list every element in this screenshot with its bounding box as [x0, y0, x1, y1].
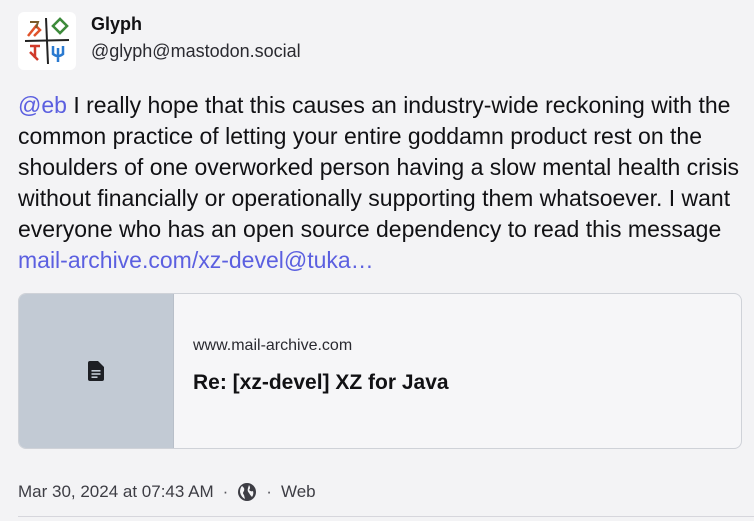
- post: Glyph @glyph@mastodon.social @eb I reall…: [0, 0, 754, 521]
- display-name[interactable]: Glyph: [91, 13, 301, 35]
- post-meta: Mar 30, 2024 at 07:43 AM · · Web: [18, 481, 316, 503]
- glyph-logo-icon: [24, 17, 70, 65]
- card-host: www.mail-archive.com: [193, 337, 353, 354]
- mention-link[interactable]: @eb: [18, 92, 67, 118]
- document-icon: [88, 361, 104, 381]
- globe-icon: [238, 483, 257, 501]
- post-client: Web: [280, 482, 316, 501]
- post-content: @eb I really hope that this causes an in…: [18, 90, 744, 276]
- post-link[interactable]: mail-archive.com/xz-devel@tuka…: [18, 247, 374, 273]
- author-text: Glyph @glyph@mastodon.social: [91, 13, 301, 63]
- post-timestamp[interactable]: Mar 30, 2024 at 07:43 AM: [18, 482, 214, 502]
- meta-separator: ·: [222, 482, 229, 501]
- post-author[interactable]: Glyph @glyph@mastodon.social: [18, 12, 301, 70]
- link-preview-card[interactable]: www.mail-archive.com Re: [xz-devel] XZ f…: [18, 293, 742, 449]
- divider: [18, 516, 754, 517]
- meta-separator: ·: [266, 482, 272, 501]
- card-title[interactable]: Re: [xz-devel] XZ for Java: [193, 371, 449, 395]
- card-body: www.mail-archive.com Re: [xz-devel] XZ f…: [174, 294, 449, 448]
- account-handle[interactable]: @glyph@mastodon.social: [91, 39, 301, 63]
- card-thumbnail: [19, 294, 174, 448]
- post-text: I really hope that this causes an indust…: [18, 92, 740, 242]
- avatar[interactable]: [18, 12, 76, 70]
